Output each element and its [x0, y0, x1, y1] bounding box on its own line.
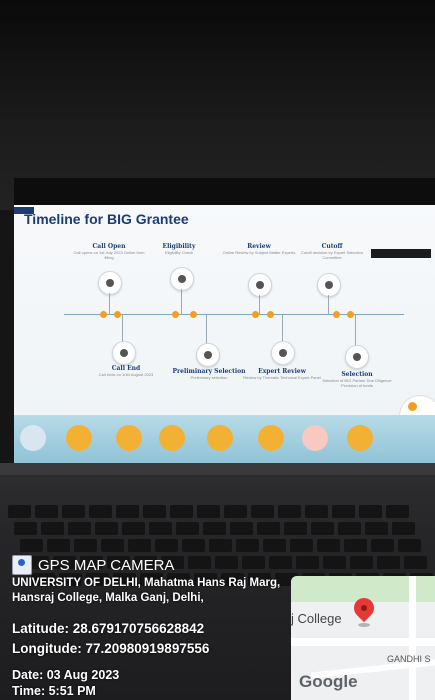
latitude-text: Latitude: 28.679170756628842 [12, 621, 205, 636]
map-thumbnail: j College GANDHI S Google [291, 576, 435, 700]
map-place-label: j College [291, 611, 342, 626]
gps-map-camera-logo-icon [12, 555, 32, 575]
google-logo: Google [299, 672, 358, 691]
map-street-label: GANDHI S [387, 654, 431, 664]
gps-overlay: GPS MAP CAMERA UNIVERSITY OF DELHI, Maha… [0, 0, 435, 700]
date-text: Date: 03 Aug 2023 [12, 668, 120, 682]
time-text: Time: 5:51 PM [12, 684, 96, 698]
map-road [409, 576, 416, 700]
map-pin-shadow [358, 623, 370, 627]
app-name: GPS MAP CAMERA [38, 556, 175, 574]
longitude-text: Longitude: 77.20980919897556 [12, 641, 210, 656]
address-text: UNIVERSITY OF DELHI, Mahatma Hans Raj Ma… [12, 577, 281, 604]
gps-header: GPS MAP CAMERA [12, 555, 174, 575]
